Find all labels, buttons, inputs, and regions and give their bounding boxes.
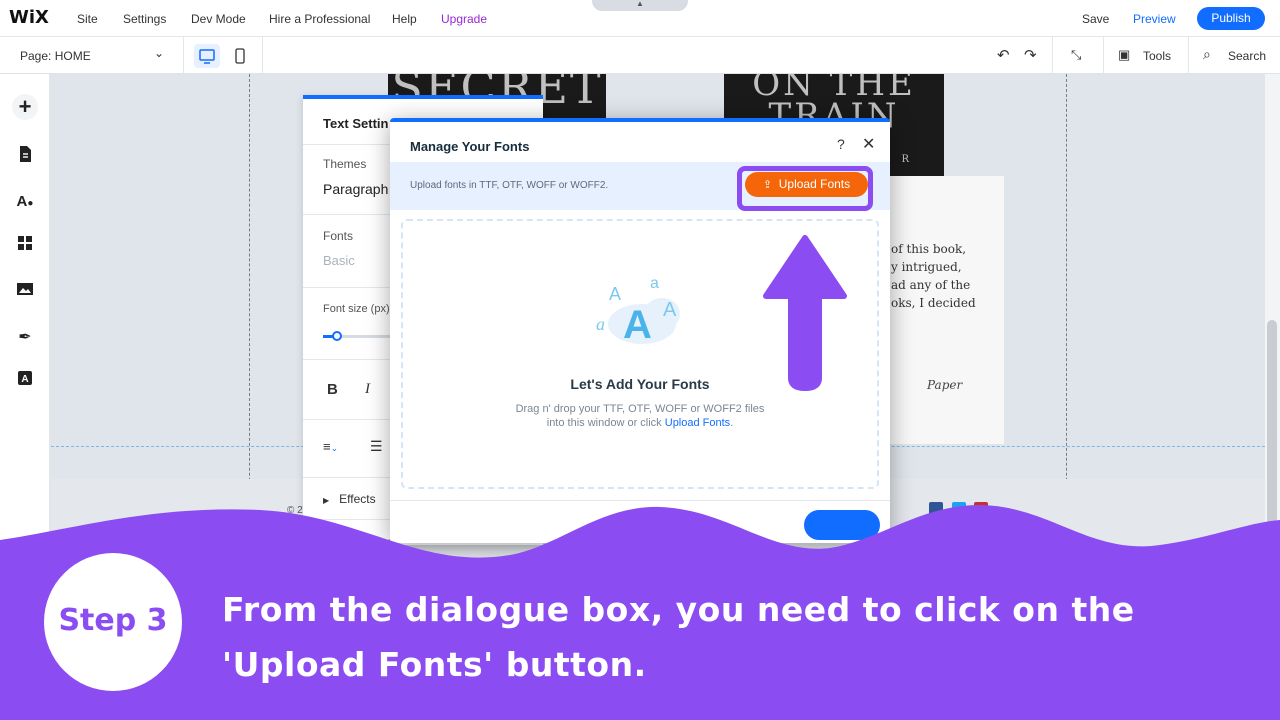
divider: [262, 37, 263, 74]
search-button[interactable]: Search: [1228, 49, 1266, 63]
media-icon[interactable]: [12, 280, 38, 306]
upload-info-text: Upload fonts in TTF, OTF, WOFF or WOFF2.: [410, 180, 609, 191]
dialog-title: Manage Your Fonts: [410, 139, 530, 154]
twitter-icon[interactable]: [952, 502, 966, 516]
fonts-dropdown[interactable]: Basic: [323, 253, 355, 268]
collapse-handle[interactable]: ▲: [592, 0, 688, 11]
chevron-right-icon: ▶: [323, 539, 330, 548]
bullet-list-icon[interactable]: ☰: [370, 438, 383, 455]
theme-icon[interactable]: A●: [12, 189, 38, 215]
step-badge: Step 3: [44, 553, 182, 691]
save-button[interactable]: Save: [1082, 12, 1109, 26]
divider: [390, 500, 890, 501]
menu-settings[interactable]: Settings: [123, 12, 166, 26]
top-bar: WiX Site Settings Dev Mode Hire a Profes…: [0, 0, 1280, 37]
arrow-up-icon: [763, 235, 847, 391]
divider: [1188, 37, 1189, 74]
menu-site[interactable]: Site: [77, 12, 98, 26]
scrollbar-thumb[interactable]: [1267, 320, 1277, 540]
publish-button[interactable]: Publish: [1197, 7, 1265, 30]
redo-icon[interactable]: ↷: [1024, 46, 1037, 64]
panel-title: Text Settin: [323, 116, 389, 131]
left-rail: + A● ✒ A: [0, 74, 50, 720]
bold-button[interactable]: B: [327, 381, 338, 398]
desktop-view-button[interactable]: [194, 44, 220, 68]
menu-hire-professional[interactable]: Hire a Professional: [269, 12, 370, 26]
themes-label: Themes: [323, 157, 367, 171]
preview-button[interactable]: Preview: [1133, 12, 1176, 26]
fonts-illustration-icon: A A a a A: [596, 275, 680, 347]
divider: [183, 37, 184, 74]
menu-help[interactable]: Help: [392, 12, 417, 26]
menu-upgrade[interactable]: Upgrade: [441, 12, 487, 26]
font-size-slider[interactable]: [323, 331, 393, 341]
divider: [1103, 37, 1104, 74]
svg-text:A: A: [609, 284, 621, 304]
mobile-icon: [235, 48, 245, 64]
article-text-box[interactable]: of this book, y intrigued, ad any of the…: [871, 176, 1004, 444]
upload-fonts-link[interactable]: Upload Fonts: [665, 417, 730, 429]
menu-dev-mode[interactable]: Dev Mode: [191, 12, 246, 26]
themes-dropdown[interactable]: Paragraph: [323, 181, 388, 197]
instruction-line-2: 'Upload Fonts' button.: [222, 645, 647, 684]
mobile-view-button[interactable]: [227, 44, 253, 68]
instruction-line-1: From the dialogue box, you need to click…: [222, 590, 1135, 629]
desktop-icon: [199, 49, 215, 64]
svg-text:A: A: [663, 299, 677, 321]
align-dropdown-icon[interactable]: ≡⌄: [323, 439, 338, 454]
svg-text:a: a: [596, 314, 605, 334]
zoom-out-icon[interactable]: ⤡: [1071, 47, 1081, 63]
youtube-icon[interactable]: [974, 502, 988, 516]
app-market-icon[interactable]: [12, 234, 38, 260]
svg-text:a: a: [650, 275, 659, 292]
effects-section[interactable]: ▶ Effects: [323, 492, 376, 506]
svg-text:A: A: [21, 374, 28, 385]
tools-icon[interactable]: ▣: [1118, 47, 1130, 63]
search-icon[interactable]: ⌕: [1203, 46, 1211, 63]
facebook-icon[interactable]: [929, 502, 943, 516]
add-elements-icon[interactable]: +: [12, 94, 38, 120]
upload-info-band: Upload fonts in TTF, OTF, WOFF or WOFF2.…: [390, 162, 890, 211]
page-selector[interactable]: Page: HOME: [20, 49, 91, 63]
close-icon[interactable]: ✕: [862, 134, 875, 154]
pages-icon[interactable]: [12, 145, 38, 171]
step-label: Step 3: [58, 603, 168, 638]
divider: [1052, 37, 1053, 74]
svg-text:A: A: [623, 303, 652, 347]
italic-button[interactable]: I: [365, 381, 370, 398]
upload-fonts-button[interactable]: ⇪ Upload Fonts: [745, 172, 868, 197]
chevron-up-icon: ▲: [636, 0, 644, 8]
wix-logo: WiX: [9, 7, 49, 28]
font-size-label: Font size (px): [323, 303, 390, 315]
editor-toolbar: Page: HOME ⌄ ↶ ↷ ⤡ ▣ Tools ⌕ Search: [0, 37, 1280, 74]
upload-icon: ⇪: [762, 179, 773, 191]
tools-button[interactable]: Tools: [1143, 49, 1171, 63]
chevron-right-icon: ▶: [323, 496, 330, 505]
empty-state-text: Drag n' drop your TTF, OTF, WOFF or WOFF…: [515, 403, 765, 415]
wix-store-icon[interactable]: A: [12, 369, 38, 395]
chevron-down-icon[interactable]: ⌄: [154, 46, 164, 60]
undo-icon[interactable]: ↶: [997, 46, 1010, 64]
characters-section[interactable]: ▶ Character: [323, 535, 392, 549]
help-icon[interactable]: ?: [837, 136, 845, 152]
done-button[interactable]: [804, 510, 880, 540]
blog-icon[interactable]: ✒: [12, 325, 38, 351]
empty-state-text: into this window or click Upload Fonts.: [546, 417, 734, 429]
slider-handle[interactable]: [332, 331, 342, 341]
fonts-label: Fonts: [323, 229, 354, 243]
